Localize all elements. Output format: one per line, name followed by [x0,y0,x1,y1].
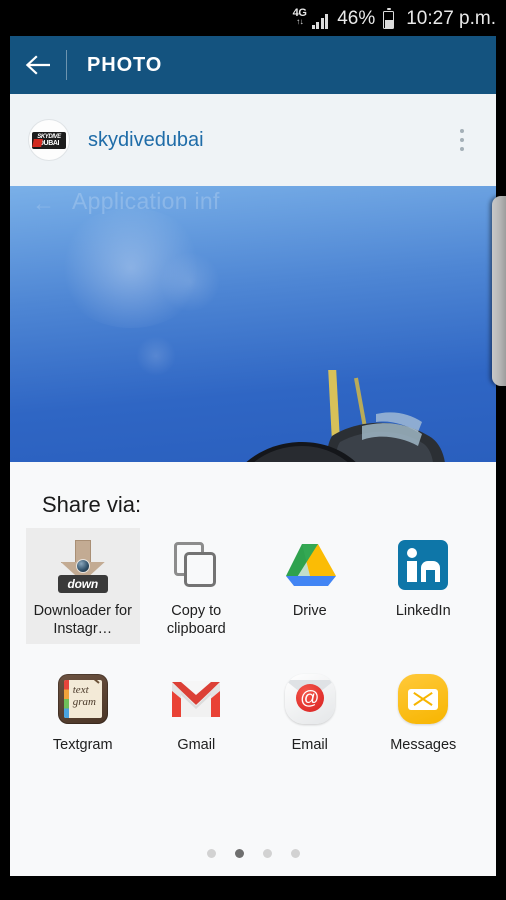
lens-flare [136,336,176,376]
share-target-copy-to-clipboard[interactable]: Copy to clipboard [140,528,254,644]
messages-envelope-icon [394,670,452,728]
copy-to-clipboard-icon [167,536,225,594]
battery-percent-label: 46% [337,8,376,29]
share-target-label: Messages [390,737,457,754]
share-target-label: LinkedIn [395,603,451,619]
share-target-drive[interactable]: Drive [253,528,367,644]
linkedin-icon [394,536,452,594]
email-at-glyph: @ [295,684,324,713]
share-target-label: Gmail [177,737,216,754]
lens-flare [160,252,220,312]
textgram-line-2: gram [72,695,96,708]
more-vertical-icon[interactable] [440,110,484,170]
avatar[interactable]: SKYDIVE DUBAI [28,119,70,161]
battery-icon [383,8,395,29]
bottom-bezel [0,876,506,900]
share-target-label: Email [291,737,328,754]
skydivers-graphic [246,370,445,462]
status-bar-clock: 10:27 p.m. [406,8,496,29]
textgram-icon: text gram [54,670,112,728]
share-target-email[interactable]: @ Email [253,662,367,760]
ghost-transition-text: Application inf [72,188,220,214]
signal-bars-icon [311,14,329,29]
share-target-gmail[interactable]: Gmail [140,662,254,760]
downloader-for-instagram-icon: down [54,536,112,594]
avatar-logo-line-2: DUBAI [38,139,60,147]
back-arrow-icon[interactable] [10,36,66,94]
skydive-dubai-logo-icon: SKYDIVE DUBAI [32,131,66,149]
app-bar: PHOTO [10,36,496,94]
left-bezel [0,36,10,876]
network-type-indicator: 4G ↑↓ [293,8,307,27]
gmail-icon [167,670,225,728]
share-target-label: Copy to clipboard [166,603,226,638]
share-target-label: Downloader for Instagr… [33,603,132,638]
downloader-badge-label: down [57,575,108,593]
edge-panel-handle[interactable] [492,196,506,386]
photo-preview[interactable]: ← Application inf [10,186,496,462]
page-dot-active[interactable] [234,849,244,858]
share-app-grid: down Downloader for Instagr… Copy to cli… [10,528,496,760]
page-dot[interactable] [206,849,216,858]
share-sheet-title: Share via: [42,492,142,517]
page-dot[interactable] [262,849,272,858]
share-sheet-pagination[interactable] [10,849,496,858]
share-target-messages[interactable]: Messages [367,662,481,760]
email-at-icon: @ [281,670,339,728]
share-target-textgram[interactable]: text gram Textgram [26,662,140,760]
network-traffic-arrows: ↑↓ [296,17,304,26]
post-author-row: SKYDIVE DUBAI skydivedubai [10,94,496,186]
phone-screen: 4G ↑↓ 46% 10:27 p.m. PHOTO SKYDIVE DUBAI… [0,0,506,900]
username-link[interactable]: skydivedubai [88,129,204,152]
share-target-linkedin[interactable]: LinkedIn [367,528,481,644]
status-bar: 4G ↑↓ 46% 10:27 p.m. [0,0,506,36]
share-target-label: Textgram [52,737,113,754]
page-dot[interactable] [290,849,300,858]
app-bar-divider [66,50,67,80]
ghost-back-arrow: ← [32,190,55,216]
share-target-label: Drive [292,603,327,619]
share-sheet: Share via: down Downloader for Instagr… [10,462,496,876]
share-target-downloader-for-instagram[interactable]: down Downloader for Instagr… [26,528,140,645]
google-drive-icon [281,536,339,594]
page-title: PHOTO [87,53,163,76]
